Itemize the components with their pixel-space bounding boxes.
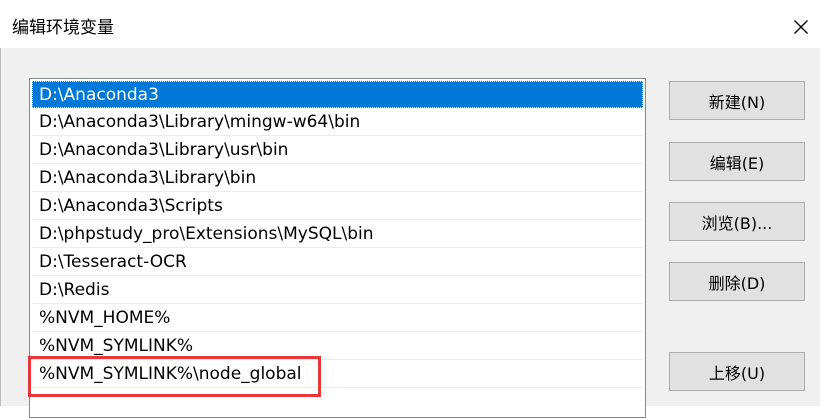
path-list-item[interactable]: %NVM_SYMLINK% xyxy=(32,333,643,360)
path-list-item[interactable]: %NVM_HOME% xyxy=(32,305,643,332)
window-edge xyxy=(0,48,1,406)
path-list-item[interactable]: D:\Anaconda3\Library\mingw-w64\bin xyxy=(32,109,643,136)
path-list-item[interactable]: D:\Tesseract-OCR xyxy=(32,249,643,276)
window-title: 编辑环境变量 xyxy=(12,18,114,38)
move-up-button[interactable]: 上移(U) xyxy=(669,352,805,391)
path-list-item[interactable]: D:\Anaconda3\Scripts xyxy=(32,193,643,220)
close-icon xyxy=(794,20,808,34)
edit-button[interactable]: 编辑(E) xyxy=(669,142,805,181)
browse-button[interactable]: 浏览(B)... xyxy=(669,202,805,241)
path-list-item[interactable]: %NVM_SYMLINK%\node_global xyxy=(32,361,643,388)
path-list-item[interactable]: D:\Redis xyxy=(32,277,643,304)
title-bar: 编辑环境变量 xyxy=(0,0,820,48)
path-list-item[interactable]: D:\Anaconda3\Library\bin xyxy=(32,165,643,192)
path-list-item[interactable]: D:\Anaconda3\Library\usr\bin xyxy=(32,137,643,164)
path-list-item[interactable]: D:\Anaconda3 xyxy=(32,81,643,108)
delete-button[interactable]: 删除(D) xyxy=(669,262,805,301)
path-list-item[interactable]: D:\phpstudy_pro\Extensions\MySQL\bin xyxy=(32,221,643,248)
path-list[interactable]: D:\Anaconda3 D:\Anaconda3\Library\mingw-… xyxy=(29,78,646,418)
new-button[interactable]: 新建(N) xyxy=(669,81,805,120)
close-button[interactable] xyxy=(782,8,820,46)
